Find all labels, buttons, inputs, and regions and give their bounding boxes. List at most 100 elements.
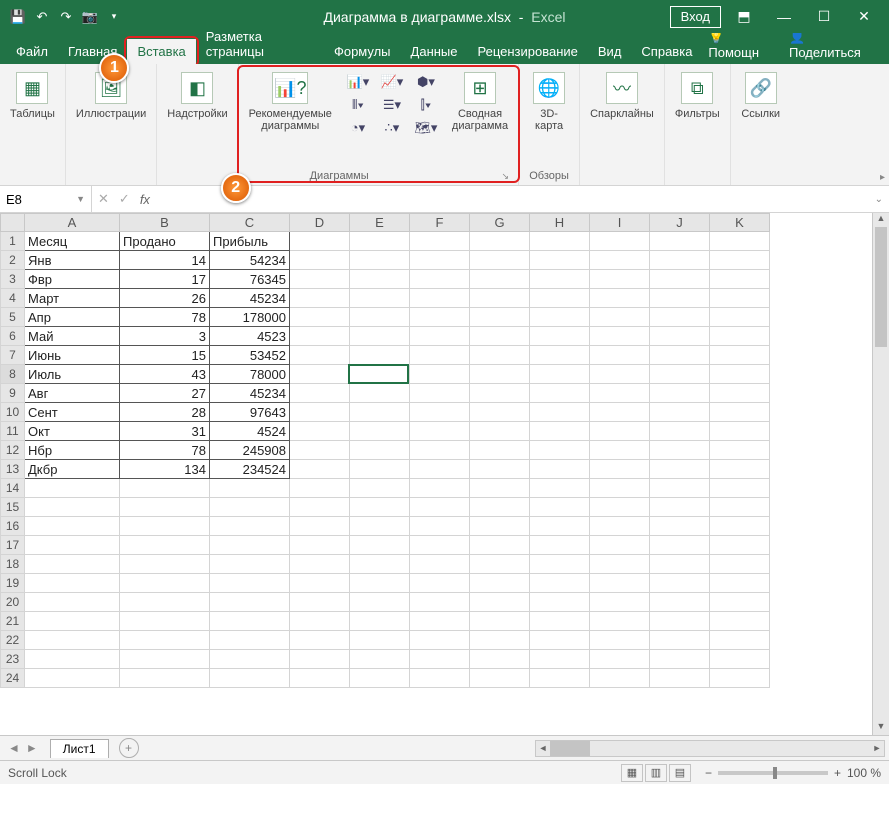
cell[interactable] <box>410 479 470 498</box>
tab-вставка[interactable]: Вставка <box>127 39 195 64</box>
cell[interactable] <box>650 403 710 422</box>
cell[interactable] <box>530 498 590 517</box>
col-header[interactable]: D <box>290 214 350 232</box>
cell[interactable] <box>650 498 710 517</box>
cell[interactable] <box>120 650 210 669</box>
cell[interactable] <box>530 384 590 403</box>
ribbon-scroll-icon[interactable]: ▸ <box>880 172 885 183</box>
cell[interactable] <box>470 327 530 346</box>
redo-icon[interactable]: ↷ <box>58 9 74 25</box>
zoom-slider[interactable] <box>718 771 828 775</box>
cell[interactable] <box>290 574 350 593</box>
row-header[interactable]: 9 <box>1 384 25 403</box>
cell[interactable] <box>210 669 290 688</box>
cell[interactable]: Дкбр <box>25 460 120 479</box>
cell[interactable] <box>25 498 120 517</box>
cell[interactable] <box>210 574 290 593</box>
cell[interactable]: 45234 <box>210 384 290 403</box>
cell[interactable] <box>710 536 770 555</box>
row-header[interactable]: 2 <box>1 251 25 270</box>
cell[interactable] <box>410 232 470 251</box>
row-header[interactable]: 24 <box>1 669 25 688</box>
cell[interactable] <box>590 384 650 403</box>
cell[interactable] <box>590 422 650 441</box>
cell[interactable] <box>530 403 590 422</box>
cell[interactable] <box>290 365 350 384</box>
cell[interactable] <box>650 289 710 308</box>
cell[interactable] <box>25 612 120 631</box>
hierarchy-chart-icon[interactable]: ⬢▾ <box>412 72 440 92</box>
cell[interactable] <box>120 631 210 650</box>
cell[interactable] <box>410 555 470 574</box>
cell[interactable] <box>530 555 590 574</box>
sheet-nav-prev-icon[interactable]: ◄ <box>8 741 20 755</box>
row-header[interactable]: 5 <box>1 308 25 327</box>
col-header[interactable]: K <box>710 214 770 232</box>
cell[interactable] <box>590 460 650 479</box>
cell[interactable] <box>350 593 410 612</box>
cell[interactable] <box>470 270 530 289</box>
cell[interactable] <box>210 593 290 612</box>
cell[interactable] <box>25 650 120 669</box>
minimize-icon[interactable]: — <box>767 3 801 31</box>
cell[interactable] <box>410 346 470 365</box>
cell[interactable] <box>25 593 120 612</box>
cell[interactable] <box>120 612 210 631</box>
cell[interactable] <box>530 289 590 308</box>
cell[interactable] <box>350 251 410 270</box>
cell[interactable] <box>350 479 410 498</box>
col-header[interactable]: I <box>590 214 650 232</box>
row-header[interactable]: 22 <box>1 631 25 650</box>
links-button[interactable]: 🔗 Ссылки <box>737 70 785 122</box>
row-header[interactable]: 11 <box>1 422 25 441</box>
cell[interactable]: Март <box>25 289 120 308</box>
pivot-chart-button[interactable]: ⊞ Сводная диаграмма <box>448 70 512 134</box>
cell[interactable] <box>410 308 470 327</box>
cell[interactable] <box>650 365 710 384</box>
row-header[interactable]: 4 <box>1 289 25 308</box>
row-header[interactable]: 12 <box>1 441 25 460</box>
cell[interactable]: Авг <box>25 384 120 403</box>
cell[interactable] <box>120 479 210 498</box>
cell[interactable] <box>590 403 650 422</box>
cell[interactable] <box>290 498 350 517</box>
spreadsheet-grid[interactable]: ABCDEFGHIJK1МесяцПроданоПрибыль2Янв14542… <box>0 213 770 688</box>
cell[interactable] <box>410 536 470 555</box>
tab-разметка страницы[interactable]: Разметка страницы <box>196 24 324 64</box>
cell[interactable] <box>25 631 120 650</box>
cell[interactable] <box>350 650 410 669</box>
cell[interactable] <box>710 555 770 574</box>
cell[interactable] <box>290 232 350 251</box>
view-layout-button[interactable]: ▥ <box>645 764 667 782</box>
row-header[interactable]: 7 <box>1 346 25 365</box>
cell[interactable] <box>470 574 530 593</box>
cell[interactable] <box>350 384 410 403</box>
cell[interactable] <box>650 574 710 593</box>
cell[interactable] <box>650 631 710 650</box>
cell[interactable]: 76345 <box>210 270 290 289</box>
cell[interactable] <box>350 498 410 517</box>
close-icon[interactable]: ✕ <box>847 3 881 31</box>
vertical-scrollbar[interactable]: ▲ ▼ <box>872 213 889 735</box>
cell[interactable] <box>710 327 770 346</box>
cell[interactable] <box>650 308 710 327</box>
cell[interactable] <box>290 251 350 270</box>
tab-файл[interactable]: Файл <box>6 39 58 64</box>
cell[interactable] <box>650 555 710 574</box>
cell[interactable]: 78000 <box>210 365 290 384</box>
cell[interactable]: 53452 <box>210 346 290 365</box>
cell[interactable]: 234524 <box>210 460 290 479</box>
cell[interactable] <box>290 441 350 460</box>
cell[interactable]: 97643 <box>210 403 290 422</box>
col-header[interactable]: A <box>25 214 120 232</box>
addins-button[interactable]: ◧ Надстройки <box>163 70 231 122</box>
horizontal-scrollbar[interactable]: ◄ ► <box>535 740 885 757</box>
row-header[interactable]: 1 <box>1 232 25 251</box>
cell[interactable] <box>410 441 470 460</box>
cell[interactable] <box>120 517 210 536</box>
tab-данные[interactable]: Данные <box>401 39 468 64</box>
cell[interactable] <box>710 251 770 270</box>
cell[interactable] <box>120 574 210 593</box>
cell[interactable] <box>650 384 710 403</box>
cell[interactable] <box>470 289 530 308</box>
